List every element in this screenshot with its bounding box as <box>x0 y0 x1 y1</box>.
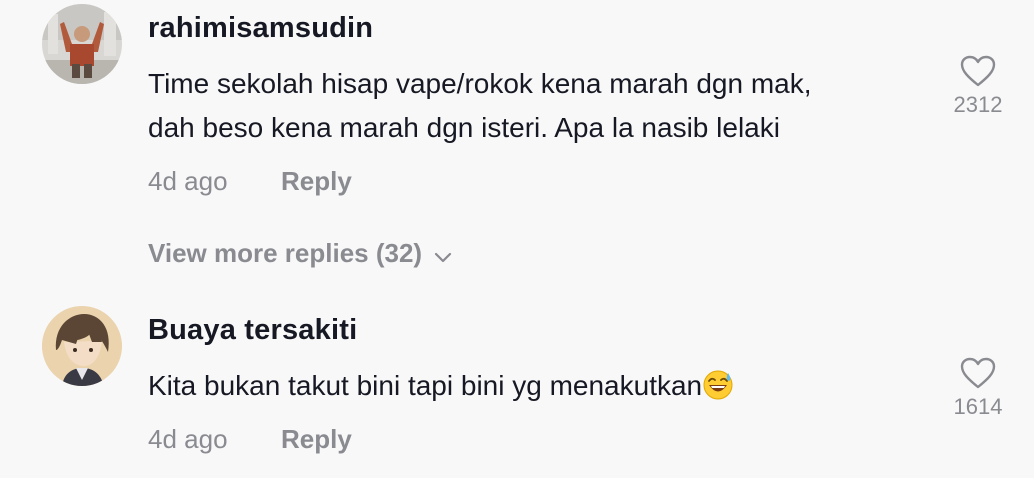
comment-timestamp: 4d ago <box>148 166 228 196</box>
reply-button[interactable]: Reply <box>281 424 352 455</box>
view-more-replies-label: View more replies (32) <box>148 238 423 268</box>
comment-text-line: Time sekolah hisap vape/rokok kena marah… <box>148 68 812 99</box>
comment-text-line: dah beso kena marah dgn isteri. Apa la n… <box>148 112 780 143</box>
comment-text: Kita bukan takut bini tapi bini yg menak… <box>148 364 928 408</box>
avatar[interactable] <box>42 306 122 386</box>
view-more-replies-button[interactable]: View more replies (32) <box>148 238 452 271</box>
chevron-down-icon <box>434 240 452 271</box>
like-count: 1614 <box>953 394 1003 419</box>
reply-button[interactable]: Reply <box>281 166 352 197</box>
like-count: 2312 <box>953 92 1003 117</box>
heart-icon[interactable] <box>959 54 997 88</box>
like-control: 1614 <box>938 356 1018 420</box>
comment-username[interactable]: Buaya tersakiti <box>148 314 357 347</box>
heart-icon[interactable] <box>959 356 997 390</box>
avatar[interactable] <box>42 4 122 84</box>
comment-text-body: Kita bukan takut bini tapi bini yg menak… <box>148 370 703 401</box>
comment-meta: 4d ago Reply <box>148 424 352 455</box>
like-control: 2312 <box>938 54 1018 118</box>
comment-item: rahimisamsudin Time sekolah hisap vape/r… <box>0 0 1034 290</box>
comment-text: Time sekolah hisap vape/rokok kena marah… <box>148 62 928 150</box>
comment-item: Buaya tersakiti Kita bukan takut bini ta… <box>0 300 1034 478</box>
comment-username[interactable]: rahimisamsudin <box>148 12 373 45</box>
comment-meta: 4d ago Reply <box>148 166 352 197</box>
grinning-sweat-emoji-icon <box>703 369 733 400</box>
comment-timestamp: 4d ago <box>148 424 228 454</box>
